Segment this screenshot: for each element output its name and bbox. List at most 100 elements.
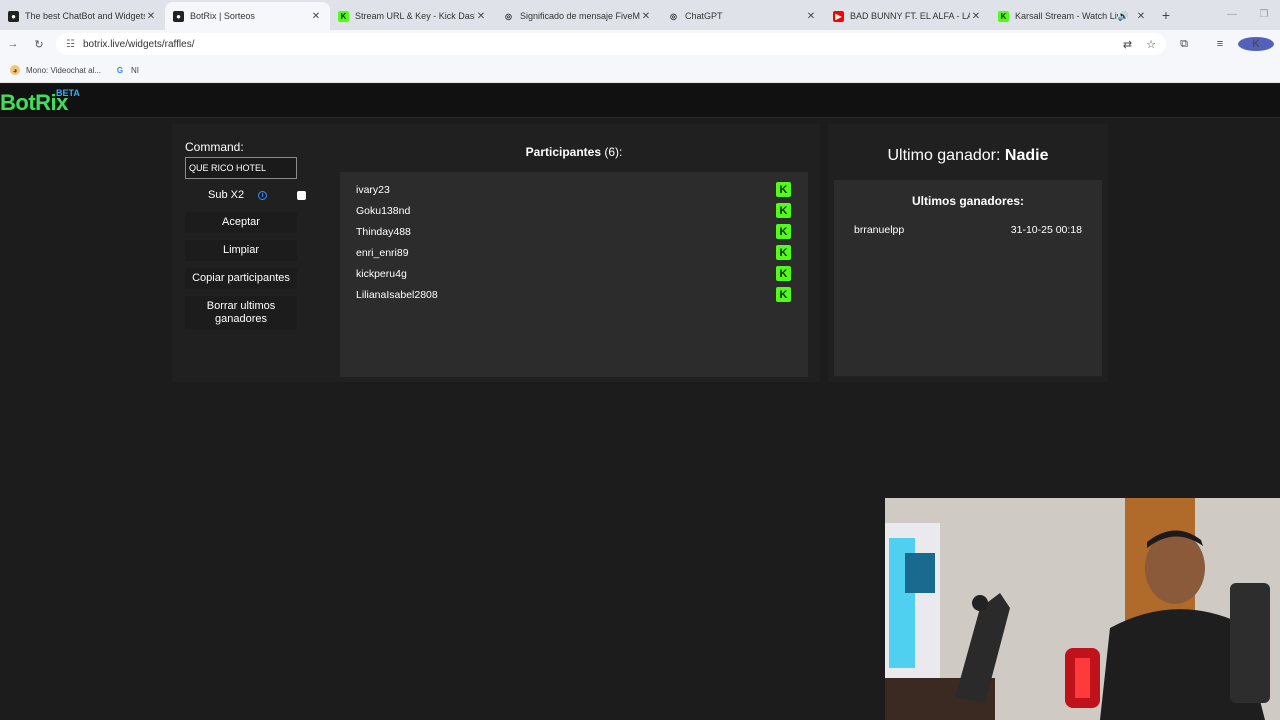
github-icon: ●	[8, 10, 19, 22]
tab-title: Significado de mensaje FiveM	[520, 11, 640, 21]
participants-title: Participantes (6):	[340, 145, 808, 159]
participant-row: Goku138nd K	[340, 200, 808, 221]
close-tab-icon[interactable]: ✕	[970, 11, 982, 22]
bookmark-ni[interactable]: G NI	[115, 65, 139, 75]
bookmark-label: NI	[131, 65, 140, 75]
extensions-icon[interactable]: ⧉	[1166, 38, 1202, 51]
participant-row: kickperu4g K	[340, 263, 808, 284]
winner-date: 31-10-25 00:18	[1010, 224, 1082, 236]
url-field[interactable]: ☷ botrix.live/widgets/raffles/ ⇄ ☆	[56, 33, 1166, 55]
chatgpt-icon: ◎	[503, 10, 514, 22]
bookmark-mono[interactable]: ◕ Mono: Videochat al...	[10, 65, 101, 75]
site-info-icon[interactable]: ☷	[66, 39, 75, 50]
github-icon: ●	[173, 10, 184, 22]
participant-name: LilianaIsabel2808	[356, 288, 438, 301]
new-tab-icon[interactable]: +	[1155, 2, 1177, 30]
window-controls: — ❐	[1216, 0, 1280, 28]
browser-tab[interactable]: K Stream URL & Key - Kick Dashb ✕	[330, 2, 495, 30]
participants-heading: Participantes	[525, 145, 602, 159]
close-tab-icon[interactable]: ✕	[1135, 11, 1147, 22]
participant-name: Goku138nd	[356, 204, 411, 217]
reload-icon[interactable]: ↻	[26, 38, 52, 51]
kick-icon: K	[776, 245, 791, 260]
beta-badge: BETA	[56, 88, 80, 98]
browser-tab[interactable]: K Karsall Stream - Watch Live 🔊 ✕	[990, 2, 1155, 30]
media-controls-icon[interactable]: ≡	[1202, 38, 1238, 50]
participants-list-box: ivary23 K Goku138nd K Thinday488 Kenri_enri89…	[340, 172, 808, 377]
webcam-image	[885, 498, 1280, 720]
clear-button[interactable]: Limpiar	[185, 240, 297, 261]
bookmark-label: Mono: Videochat al...	[26, 65, 102, 75]
kick-icon: K	[776, 266, 791, 281]
sub-x2-row: Sub X2 i	[185, 187, 315, 203]
close-tab-icon[interactable]: ✕	[805, 11, 817, 22]
participants-count: (6):	[604, 145, 623, 159]
accept-button[interactable]: Aceptar	[185, 212, 297, 233]
youtube-icon: ▶	[833, 10, 844, 22]
close-tab-icon[interactable]: ✕	[145, 11, 157, 22]
forward-icon[interactable]: →	[0, 38, 26, 50]
last-winner-label: Ultimo ganador:	[887, 147, 1001, 164]
kick-icon: K	[776, 224, 791, 239]
close-tab-icon[interactable]: ✕	[475, 11, 487, 22]
delete-winners-line2: ganadores	[215, 313, 267, 325]
participant-row: ivary23 K	[340, 179, 808, 200]
close-tab-icon[interactable]: ✕	[310, 11, 322, 22]
info-icon[interactable]: i	[258, 190, 268, 200]
browser-tab[interactable]: ◎ ChatGPT ✕	[660, 2, 825, 30]
google-icon: G	[116, 65, 124, 75]
participants-list: ivary23 K Goku138nd K Thinday488 Kenri_enri89…	[340, 172, 808, 305]
tab-title: BAD BUNNY FT. EL ALFA - LA R	[850, 11, 970, 21]
monkey-icon: ◕	[10, 65, 20, 75]
kick-icon: K	[776, 287, 791, 302]
tab-title: Stream URL & Key - Kick Dashb	[355, 11, 475, 21]
raffle-controls: Command: QUE RICO HOTEL Sub X2 i Aceptar…	[185, 140, 315, 330]
profile-avatar[interactable]: K	[1238, 37, 1274, 51]
browser-tab-bar: ● The best ChatBot and Widgets ✕ ● BotRix | …	[0, 0, 1280, 30]
bookmark-star-icon[interactable]: ☆	[1146, 38, 1156, 51]
participant-row: enri_enri89 K	[340, 242, 808, 263]
command-input[interactable]: QUE RICO HOTEL	[185, 157, 297, 179]
browser-tab[interactable]: ● BotRix | Sorteos ✕	[165, 2, 330, 30]
browser-tab[interactable]: ● The best ChatBot and Widgets ✕	[0, 2, 165, 30]
chatgpt-icon: ◎	[668, 10, 679, 22]
kick-icon: K	[998, 10, 1009, 22]
participant-name: ivary23	[356, 183, 390, 196]
site-header: BotRix BETA	[0, 84, 1280, 118]
last-winner: Ultimo ganador: Nadie	[828, 147, 1108, 165]
delete-winners-line1: Borrar ultimos	[206, 300, 276, 312]
browser-tab[interactable]: ▶ BAD BUNNY FT. EL ALFA - LA R ✕	[825, 2, 990, 30]
bookmarks-bar: ◕ Mono: Videochat al... G NI	[0, 58, 1280, 83]
address-bar-row: → ↻ ☷ botrix.live/widgets/raffles/ ⇄ ☆ ⧉…	[0, 30, 1280, 58]
browser-tab[interactable]: ◎ Significado de mensaje FiveM ✕	[495, 2, 660, 30]
tab-title: Karsall Stream - Watch Live	[1015, 11, 1118, 21]
sub-x2-checkbox[interactable]	[297, 190, 307, 200]
minimize-icon[interactable]: —	[1216, 9, 1248, 20]
winner-row: brranuelpp 31-10-25 00:18	[834, 224, 1102, 236]
winner-name: brranuelpp	[854, 224, 905, 236]
url-text: botrix.live/widgets/raffles/	[82, 38, 195, 50]
recent-winners-box: Ultimos ganadores: brranuelpp 31-10-25 0…	[834, 180, 1102, 376]
participant-row: Thinday488 K	[340, 221, 808, 242]
tab-title: BotRix | Sorteos	[190, 11, 255, 21]
speaker-icon[interactable]: 🔊	[1118, 11, 1129, 22]
translate-icon[interactable]: ⇄	[1123, 38, 1132, 51]
tab-title: The best ChatBot and Widgets	[25, 11, 145, 21]
command-label: Command:	[185, 140, 244, 154]
copy-participants-button[interactable]: Copiar participantes	[185, 268, 297, 289]
participant-name: enri_enri89	[356, 246, 409, 259]
last-winner-value: Nadie	[1004, 147, 1049, 164]
kick-icon: K	[776, 203, 791, 218]
kick-icon: K	[776, 182, 791, 197]
kick-icon: K	[338, 10, 349, 22]
recent-winners-title: Ultimos ganadores:	[911, 194, 1025, 208]
maximize-icon[interactable]: ❐	[1248, 9, 1280, 20]
sub-x2-label: Sub X2	[208, 189, 245, 201]
tab-title: ChatGPT	[685, 11, 723, 21]
participant-name: Thinday488	[356, 225, 411, 238]
webcam-overlay	[885, 498, 1280, 720]
delete-winners-button[interactable]: Borrar ultimos ganadores	[185, 296, 297, 330]
participant-row: LilianaIsabel2808 K	[340, 284, 808, 305]
close-tab-icon[interactable]: ✕	[640, 11, 652, 22]
participant-name: kickperu4g	[356, 267, 407, 280]
